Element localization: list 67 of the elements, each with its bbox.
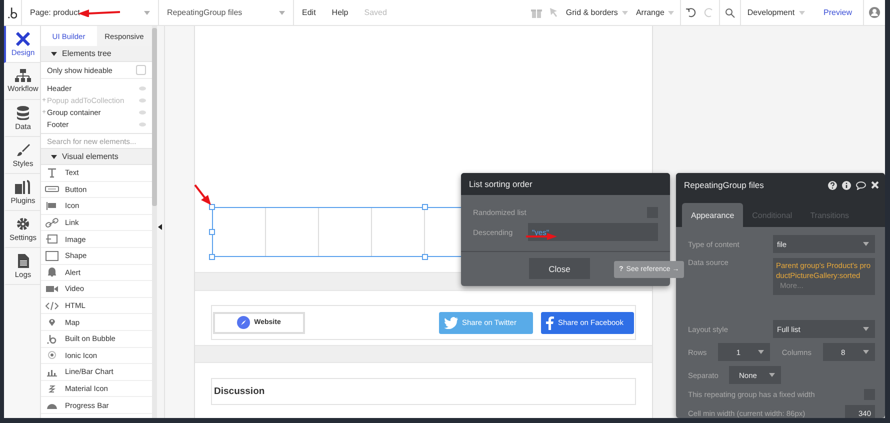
caret-icon (863, 242, 869, 246)
document-icon (18, 254, 28, 268)
button-icon (45, 184, 59, 194)
caret-icon (758, 350, 764, 354)
resize-handle[interactable] (422, 204, 428, 210)
bird-icon (444, 316, 458, 328)
radio-icon (45, 350, 59, 360)
page-dropdown[interactable]: Page: product (30, 0, 150, 25)
close-button[interactable]: Close (529, 258, 590, 279)
caret-icon (622, 10, 628, 14)
section-heading: Discussion (211, 378, 636, 405)
section-header[interactable]: Visual elements (41, 149, 152, 165)
image-icon (45, 234, 59, 244)
bubble-logo-icon (45, 334, 59, 344)
text-icon (45, 168, 59, 178)
scrollbar-thumb[interactable] (152, 28, 157, 206)
caret-icon (668, 10, 674, 14)
sitemap-icon (15, 69, 31, 82)
element-dropdown[interactable]: RepeatingGroup files (167, 0, 285, 25)
resize-handle[interactable] (209, 254, 215, 260)
menu-item[interactable]: Help (326, 8, 354, 17)
collapse-arrow-icon[interactable] (158, 224, 162, 230)
plug-icon (15, 180, 31, 194)
arrow-icon (78, 9, 120, 17)
flag-icon (45, 200, 59, 211)
save-status: Saved (363, 8, 388, 17)
checkbox[interactable] (136, 65, 146, 75)
close-icon[interactable] (871, 181, 879, 189)
video-camera-icon (45, 284, 59, 294)
caret-icon (863, 350, 869, 354)
caret-icon (279, 10, 285, 14)
resize-handle[interactable] (422, 254, 428, 260)
user-avatar-icon[interactable] (869, 7, 880, 18)
caret-icon (769, 373, 775, 377)
arrange-menu[interactable]: Arrange (636, 8, 674, 17)
code-icon (45, 300, 59, 311)
search-icon[interactable] (725, 8, 736, 18)
caret-icon (863, 327, 869, 331)
arrow-icon (194, 184, 212, 205)
popup-title: List sorting order (469, 179, 532, 189)
bell-icon (45, 267, 59, 278)
gift-icon[interactable] (530, 7, 542, 18)
menu-item[interactable]: Edit (297, 8, 321, 17)
grid-borders-menu[interactable]: Grid & borders (566, 8, 628, 17)
resize-handle[interactable] (209, 229, 215, 235)
panel-title: RepeatingGroup files (684, 180, 764, 190)
preview-link[interactable]: Preview (818, 8, 857, 17)
database-icon (17, 106, 29, 120)
undo-icon[interactable] (686, 8, 696, 18)
resize-handle[interactable] (209, 204, 215, 210)
link-icon (45, 218, 59, 228)
panel-tab[interactable]: Appearance (682, 203, 744, 227)
brush-icon (16, 142, 30, 156)
bubble-logo-icon[interactable] (8, 6, 17, 18)
info-icon[interactable] (842, 180, 851, 190)
environment-dropdown[interactable]: Development (747, 8, 805, 17)
square-icon (45, 250, 59, 261)
comment-icon[interactable] (856, 180, 866, 190)
crossed-tools-icon (15, 32, 31, 46)
section-header[interactable]: Elements tree (41, 46, 152, 62)
help-icon[interactable] (828, 180, 837, 190)
letter-f-logo-icon (546, 316, 554, 330)
compass-icon (237, 316, 250, 329)
caret-icon (798, 10, 805, 14)
gear-icon (16, 216, 30, 230)
caret-icon (144, 10, 150, 14)
cursor-icon[interactable] (550, 8, 558, 17)
